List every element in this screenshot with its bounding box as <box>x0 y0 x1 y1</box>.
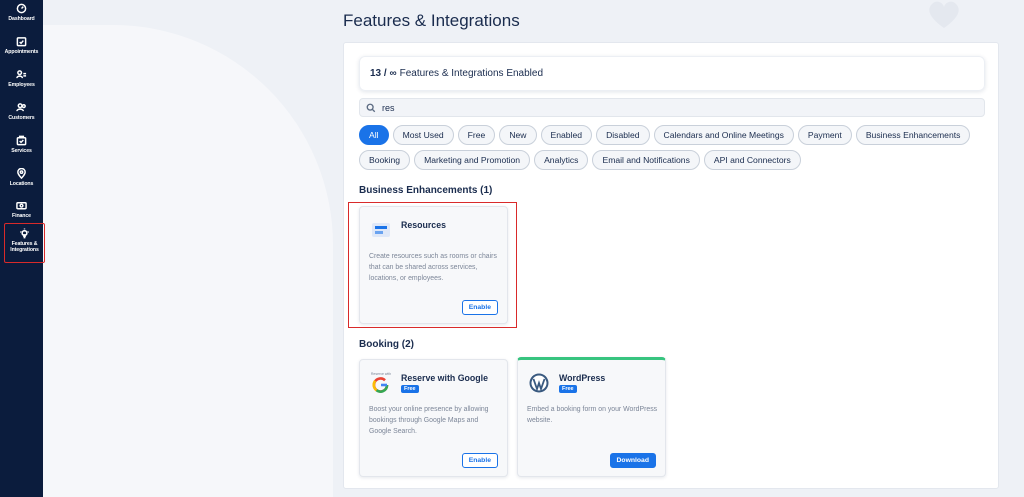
background-shape <box>43 25 333 497</box>
card-description: Boost your online presence by allowing b… <box>369 406 489 435</box>
filter-chip-all[interactable]: All <box>359 125 389 145</box>
filter-chip-new[interactable]: New <box>499 125 537 145</box>
filter-row-2: Booking Marketing and Promotion Analytic… <box>359 150 989 170</box>
sidebar-item-label: Services <box>11 148 32 154</box>
search-input[interactable] <box>382 102 962 113</box>
filter-chip-most-used[interactable]: Most Used <box>392 125 454 145</box>
highlight-box <box>348 202 517 328</box>
calendar-check-icon <box>16 37 27 47</box>
dashboard-icon <box>16 3 27 14</box>
employees-icon <box>16 70 27 79</box>
sidebar-item-label: Dashboard <box>8 16 35 22</box>
filter-chip-marketing[interactable]: Marketing and Promotion <box>414 150 531 170</box>
enabled-counter: 13 / ∞ Features & Integrations Enabled <box>359 56 985 91</box>
filter-row-1: All Most Used Free New Enabled Disabled … <box>359 125 989 145</box>
sidebar: Dashboard Appointments Employees Custome… <box>0 0 45 497</box>
filter-chip-free[interactable]: Free <box>457 125 496 145</box>
wordpress-icon <box>529 373 549 393</box>
sidebar-item-finance[interactable]: Finance <box>0 200 43 219</box>
background-heart-shape <box>929 1 959 29</box>
sidebar-item-appointments[interactable]: Appointments <box>0 36 43 55</box>
search-field[interactable] <box>359 98 985 117</box>
filter-chip-enabled[interactable]: Enabled <box>540 125 593 145</box>
feature-card-reserve-with-google[interactable]: Reserve with Reserve with Google Free Bo… <box>359 359 508 477</box>
location-pin-icon <box>17 168 26 179</box>
sidebar-item-label: Appointments <box>4 49 39 55</box>
section-title-business-enhancements: Business Enhancements (1) <box>359 185 493 196</box>
sidebar-item-label: Finance <box>12 213 31 219</box>
services-icon <box>16 135 27 146</box>
sidebar-item-features-integrations[interactable]: Features & Integrations <box>4 223 45 263</box>
filter-chip-calendars[interactable]: Calendars and Online Meetings <box>653 125 794 145</box>
card-title: WordPress <box>559 373 606 383</box>
sidebar-item-label: Locations <box>9 181 34 187</box>
download-button[interactable]: Download <box>609 453 656 468</box>
filter-chip-business-enhancements[interactable]: Business Enhancements <box>855 125 971 145</box>
enabled-count: 13 / ∞ <box>370 68 397 79</box>
enable-button[interactable]: Enable <box>461 453 498 468</box>
google-icon: Reserve with <box>370 372 392 394</box>
filter-chip-analytics[interactable]: Analytics <box>534 150 589 170</box>
finance-icon <box>16 202 27 210</box>
filter-chip-booking[interactable]: Booking <box>359 150 411 170</box>
filter-chip-api-connectors[interactable]: API and Connectors <box>703 150 801 170</box>
enabled-counter-text: Features & Integrations Enabled <box>399 68 544 79</box>
sidebar-item-employees[interactable]: Employees <box>0 69 43 88</box>
sidebar-item-label: Employees <box>8 82 35 88</box>
free-badge: Free <box>401 385 419 393</box>
section-title-booking: Booking (2) <box>359 339 414 350</box>
sidebar-item-label-line2: Integrations <box>10 247 39 253</box>
sidebar-item-customers[interactable]: Customers <box>0 102 43 121</box>
card-title: Reserve with Google <box>401 373 489 383</box>
page-title: Features & Integrations <box>343 11 520 30</box>
filter-chips: All Most Used Free New Enabled Disabled … <box>359 125 989 175</box>
free-badge: Free <box>559 385 577 393</box>
sidebar-item-label: Customers <box>8 115 35 121</box>
customers-icon <box>16 103 26 112</box>
filter-chip-payment[interactable]: Payment <box>797 125 852 145</box>
lightbulb-icon <box>20 228 29 239</box>
feature-card-wordpress[interactable]: WordPress Free Embed a booking form on y… <box>517 357 666 477</box>
search-icon <box>366 103 376 112</box>
filter-chip-disabled[interactable]: Disabled <box>596 125 650 145</box>
filter-chip-email-notifications[interactable]: Email and Notifications <box>592 150 700 170</box>
sidebar-item-services[interactable]: Services <box>0 135 43 154</box>
sidebar-item-locations[interactable]: Locations <box>0 168 43 187</box>
sidebar-item-dashboard[interactable]: Dashboard <box>0 3 43 22</box>
card-description: Embed a booking form on your WordPress w… <box>527 406 658 424</box>
